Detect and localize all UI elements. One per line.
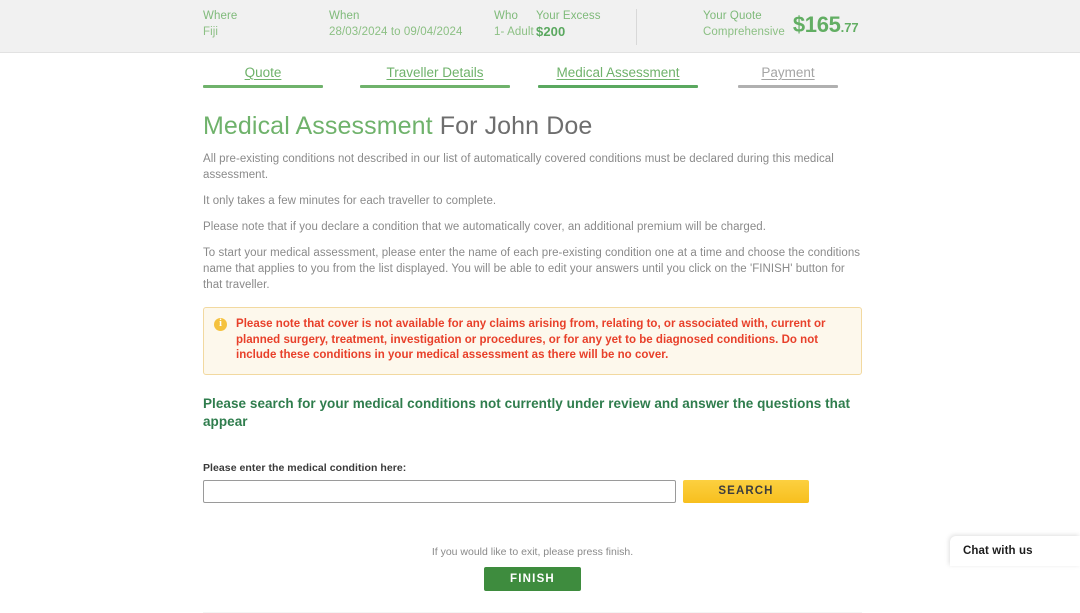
- section-heading: Please search for your medical condition…: [203, 395, 851, 429]
- summary-excess-label: Your Excess: [536, 10, 601, 22]
- summary-excess-value: $200: [536, 24, 566, 39]
- tab-payment[interactable]: Payment: [738, 64, 838, 88]
- intro-paragraph-2: It only takes a few minutes for each tra…: [203, 195, 497, 207]
- bottom-divider: [203, 611, 862, 613]
- tab-quote[interactable]: Quote: [203, 64, 323, 88]
- chat-widget-label: Chat with us: [963, 545, 1033, 557]
- intro-paragraph-1: All pre-existing conditions not describe…: [203, 153, 834, 181]
- page-title-highlight: Medical Assessment: [203, 112, 433, 140]
- tab-traveller-details[interactable]: Traveller Details: [360, 64, 510, 88]
- summary-quote-price: $165.77: [793, 14, 859, 39]
- intro-paragraph-3: Please note that if you declare a condit…: [203, 221, 766, 233]
- tab-medical-assessment[interactable]: Medical Assessment: [538, 64, 698, 88]
- tab-payment-label: Payment: [761, 65, 815, 80]
- finish-hint: If you would like to exit, please press …: [431, 545, 634, 558]
- tab-quote-label: Quote: [244, 65, 282, 80]
- tab-traveller-details-label: Traveller Details: [386, 65, 484, 80]
- tab-medical-assessment-label: Medical Assessment: [556, 65, 680, 80]
- page-title-rest: For John Doe: [432, 112, 593, 140]
- summary-where: Where Fiji: [203, 9, 329, 40]
- tab-medical-assessment-underline: [538, 85, 698, 88]
- finish-block: If you would like to exit, please press …: [203, 545, 862, 591]
- search-row: SEARCH: [203, 479, 862, 503]
- tab-quote-underline: [203, 85, 323, 88]
- summary-divider: [636, 9, 637, 45]
- summary-who-value: 1- Adult: [494, 26, 534, 38]
- summary-quote-plan: Comprehensive: [703, 26, 785, 38]
- search-button[interactable]: SEARCH: [683, 479, 809, 503]
- main-content: Medical Assessment For John Doe All pre-…: [203, 110, 862, 613]
- page-title: Medical Assessment For John Doe: [203, 110, 862, 142]
- quote-price-dollars: $165: [792, 12, 841, 37]
- summary-when: When 28/03/2024 to 09/04/2024: [329, 9, 494, 40]
- info-icon: [214, 317, 227, 331]
- intro-paragraph-4: To start your medical assessment, please…: [203, 247, 861, 291]
- finish-button[interactable]: FINISH: [484, 566, 581, 591]
- progress-steps: Quote Traveller Details Medical Assessme…: [203, 64, 863, 88]
- summary-where-value: Fiji: [203, 26, 219, 38]
- tab-payment-underline: [738, 85, 838, 88]
- summary-when-value: 28/03/2024 to 09/04/2024: [329, 26, 463, 38]
- summary-who-label: Who: [494, 10, 518, 22]
- quote-summary-inner: Where Fiji When 28/03/2024 to 09/04/2024…: [203, 9, 859, 45]
- summary-where-label: Where: [203, 10, 238, 22]
- summary-quote-text: Your Quote Comprehensive: [703, 9, 785, 40]
- chat-widget[interactable]: Chat with us: [950, 536, 1080, 566]
- summary-when-label: When: [329, 10, 360, 22]
- summary-who: Who 1- Adult: [494, 9, 536, 40]
- summary-quote: Your Quote Comprehensive $165.77: [703, 9, 859, 40]
- tab-traveller-details-underline: [360, 85, 510, 88]
- summary-excess: Your Excess $200: [536, 9, 636, 40]
- summary-quote-label: Your Quote: [703, 10, 762, 22]
- quote-summary-bar: Where Fiji When 28/03/2024 to 09/04/2024…: [0, 0, 1080, 53]
- warning-callout: Please note that cover is not available …: [203, 307, 862, 375]
- search-input[interactable]: [203, 479, 676, 503]
- search-input-label: Please enter the medical condition here:: [203, 461, 407, 474]
- warning-callout-text: Please note that cover is not available …: [236, 318, 826, 361]
- quote-price-cents: .77: [840, 20, 859, 35]
